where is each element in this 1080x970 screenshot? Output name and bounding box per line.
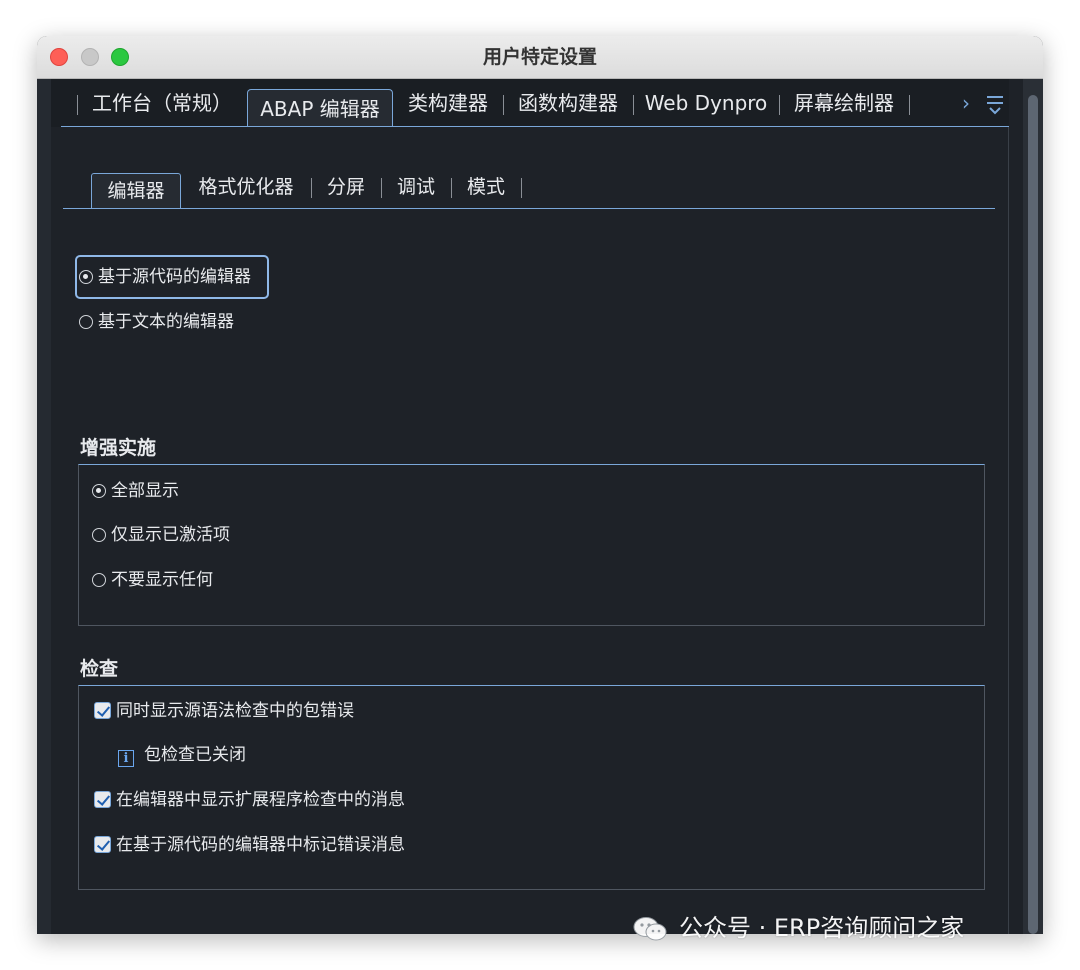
radio-unselected-icon bbox=[79, 315, 93, 329]
title-bar: 用户特定设置 bbox=[37, 36, 1043, 79]
subtab-editor[interactable]: 编辑器 bbox=[91, 173, 181, 209]
watermark-text: 公众号 · ERP咨询顾问之家 bbox=[679, 914, 965, 942]
radio-selected-icon bbox=[79, 270, 93, 284]
checkbox-label: 在编辑器中显示扩展程序检查中的消息 bbox=[116, 790, 405, 810]
subtab-debugging[interactable]: 调试 bbox=[381, 169, 451, 203]
checkbox-checked-icon bbox=[94, 836, 111, 853]
checkbox-mark-error-messages[interactable]: 在基于源代码的编辑器中标记错误消息 bbox=[94, 832, 405, 858]
radio-show-active-only[interactable]: 仅显示已激活项 bbox=[92, 522, 230, 548]
tab-label: 函数构建器 bbox=[518, 91, 618, 115]
checkbox-checked-icon bbox=[94, 702, 111, 719]
abap-editor-panel: 编辑器 格式优化器 分屏 调试 模式 基于源代码的编辑器 基于文本的编辑器 增强… bbox=[51, 127, 1009, 934]
tab-screen-painter[interactable]: 屏幕绘制器 bbox=[779, 79, 909, 127]
radio-selected-icon bbox=[92, 484, 106, 498]
checkbox-checked-icon bbox=[94, 791, 111, 808]
subtab-split-screen[interactable]: 分屏 bbox=[311, 169, 381, 203]
main-tab-bar: 工作台（常规） ABAP 编辑器 类构建器 函数构建器 Web Dynpro 屏… bbox=[51, 79, 1009, 127]
radio-show-all[interactable]: 全部显示 bbox=[92, 478, 179, 504]
wechat-icon bbox=[633, 917, 667, 941]
subtab-label: 分屏 bbox=[326, 176, 365, 198]
radio-label: 不要显示任何 bbox=[111, 570, 213, 590]
radio-source-editor[interactable]: 基于源代码的编辑器 bbox=[79, 264, 251, 290]
subtab-underline bbox=[63, 208, 995, 209]
tab-label: ABAP 编辑器 bbox=[260, 97, 380, 121]
tab-label: Web Dynpro bbox=[644, 91, 768, 115]
scroll-thumb[interactable] bbox=[1028, 95, 1038, 934]
left-strip bbox=[37, 79, 51, 934]
tab-list-icon[interactable] bbox=[986, 93, 1004, 115]
tab-class-builder[interactable]: 类构建器 bbox=[393, 79, 503, 127]
subtab-label: 调试 bbox=[396, 176, 435, 198]
checkbox-package-errors[interactable]: 同时显示源语法检查中的包错误 bbox=[94, 698, 354, 724]
radio-unselected-icon bbox=[92, 573, 106, 587]
info-package-check-off: i 包检查已关闭 bbox=[118, 742, 246, 768]
tab-abap-editor[interactable]: ABAP 编辑器 bbox=[247, 89, 393, 127]
checkbox-label: 在基于源代码的编辑器中标记错误消息 bbox=[116, 835, 405, 855]
info-label: 包检查已关闭 bbox=[144, 745, 246, 765]
checks-group: 同时显示源语法检查中的包错误 i 包检查已关闭 在编辑器中显示扩展程序检查中的消息… bbox=[78, 685, 985, 890]
subtab-label: 格式优化器 bbox=[198, 176, 294, 198]
radio-label: 全部显示 bbox=[111, 481, 179, 501]
vertical-scrollbar[interactable] bbox=[1023, 79, 1043, 934]
tab-label: 工作台（常规） bbox=[92, 91, 232, 115]
radio-label: 基于源代码的编辑器 bbox=[98, 267, 251, 287]
chevron-right-icon[interactable]: › bbox=[962, 91, 970, 115]
radio-show-none[interactable]: 不要显示任何 bbox=[92, 567, 213, 593]
tab-function-builder[interactable]: 函数构建器 bbox=[503, 79, 633, 127]
subtab-patterns[interactable]: 模式 bbox=[451, 169, 521, 203]
subtab-separator bbox=[521, 169, 523, 203]
tab-workbench[interactable]: 工作台（常规） bbox=[77, 79, 247, 127]
radio-text-editor[interactable]: 基于文本的编辑器 bbox=[79, 309, 234, 335]
subtab-label: 编辑器 bbox=[107, 180, 165, 202]
checkbox-label: 同时显示源语法检查中的包错误 bbox=[116, 701, 354, 721]
subtab-formatter[interactable]: 格式优化器 bbox=[181, 169, 311, 203]
window-title: 用户特定设置 bbox=[482, 46, 597, 68]
info-icon: i bbox=[118, 750, 134, 767]
enhancement-title: 增强实施 bbox=[80, 437, 157, 459]
tab-separator bbox=[909, 79, 911, 127]
radio-unselected-icon bbox=[92, 528, 106, 542]
settings-window: 用户特定设置 工作台（常规） ABAP 编辑器 类构建器 函数构建器 Web D… bbox=[37, 36, 1043, 934]
subtab-label: 模式 bbox=[466, 176, 505, 198]
radio-label: 基于文本的编辑器 bbox=[98, 312, 234, 332]
tab-label: 屏幕绘制器 bbox=[794, 91, 894, 115]
enhancement-group: 全部显示 仅显示已激活项 不要显示任何 bbox=[78, 464, 985, 626]
checks-title: 检查 bbox=[80, 658, 119, 680]
tab-label: 类构建器 bbox=[408, 91, 488, 115]
radio-label: 仅显示已激活项 bbox=[111, 525, 230, 545]
watermark: 公众号 · ERP咨询顾问之家 bbox=[633, 908, 964, 948]
tab-web-dynpro[interactable]: Web Dynpro bbox=[633, 79, 779, 127]
checkbox-extended-check-messages[interactable]: 在编辑器中显示扩展程序检查中的消息 bbox=[94, 787, 405, 813]
